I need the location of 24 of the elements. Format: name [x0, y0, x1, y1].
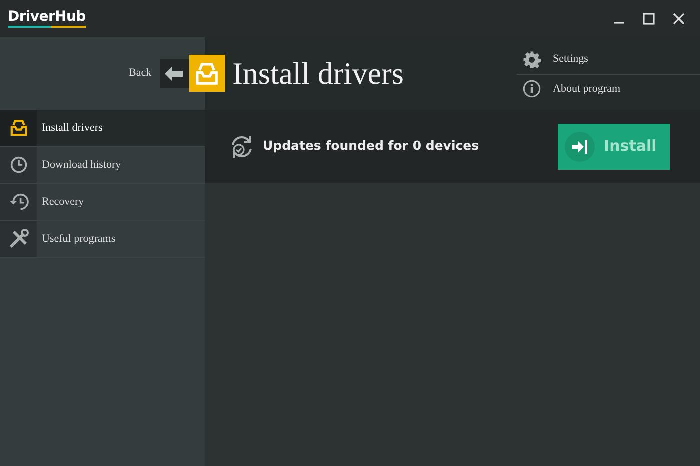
status-text: Updates founded for 0 devices	[263, 137, 480, 156]
tray-icon	[10, 120, 28, 136]
page-icon	[188, 55, 225, 92]
minimize-icon	[613, 22, 625, 24]
maximize-icon	[643, 12, 655, 24]
logo: DriverHub	[8, 10, 86, 28]
sidebar-item[interactable]: Recovery	[0, 184, 205, 221]
menu-item[interactable]: About program	[517, 74, 700, 103]
settings-icon	[523, 50, 541, 68]
back-button[interactable]	[160, 59, 189, 88]
clock-icon	[10, 156, 28, 174]
close-icon	[673, 12, 685, 24]
menu-item[interactable]: Settings	[517, 45, 700, 74]
back-label: Back	[129, 66, 152, 82]
info-icon	[523, 80, 541, 98]
sidebar-item[interactable]: Download history	[0, 147, 205, 184]
sidebar-item[interactable]: Install drivers	[0, 110, 205, 147]
tools-icon	[8, 229, 28, 249]
sidebar-item[interactable]: Useful programs	[0, 221, 205, 258]
page-title: Install drivers	[232, 58, 404, 89]
restore-icon	[8, 193, 28, 211]
sync-check-icon	[229, 134, 255, 160]
arrow-left-icon	[165, 66, 184, 80]
enter-icon	[565, 132, 595, 162]
